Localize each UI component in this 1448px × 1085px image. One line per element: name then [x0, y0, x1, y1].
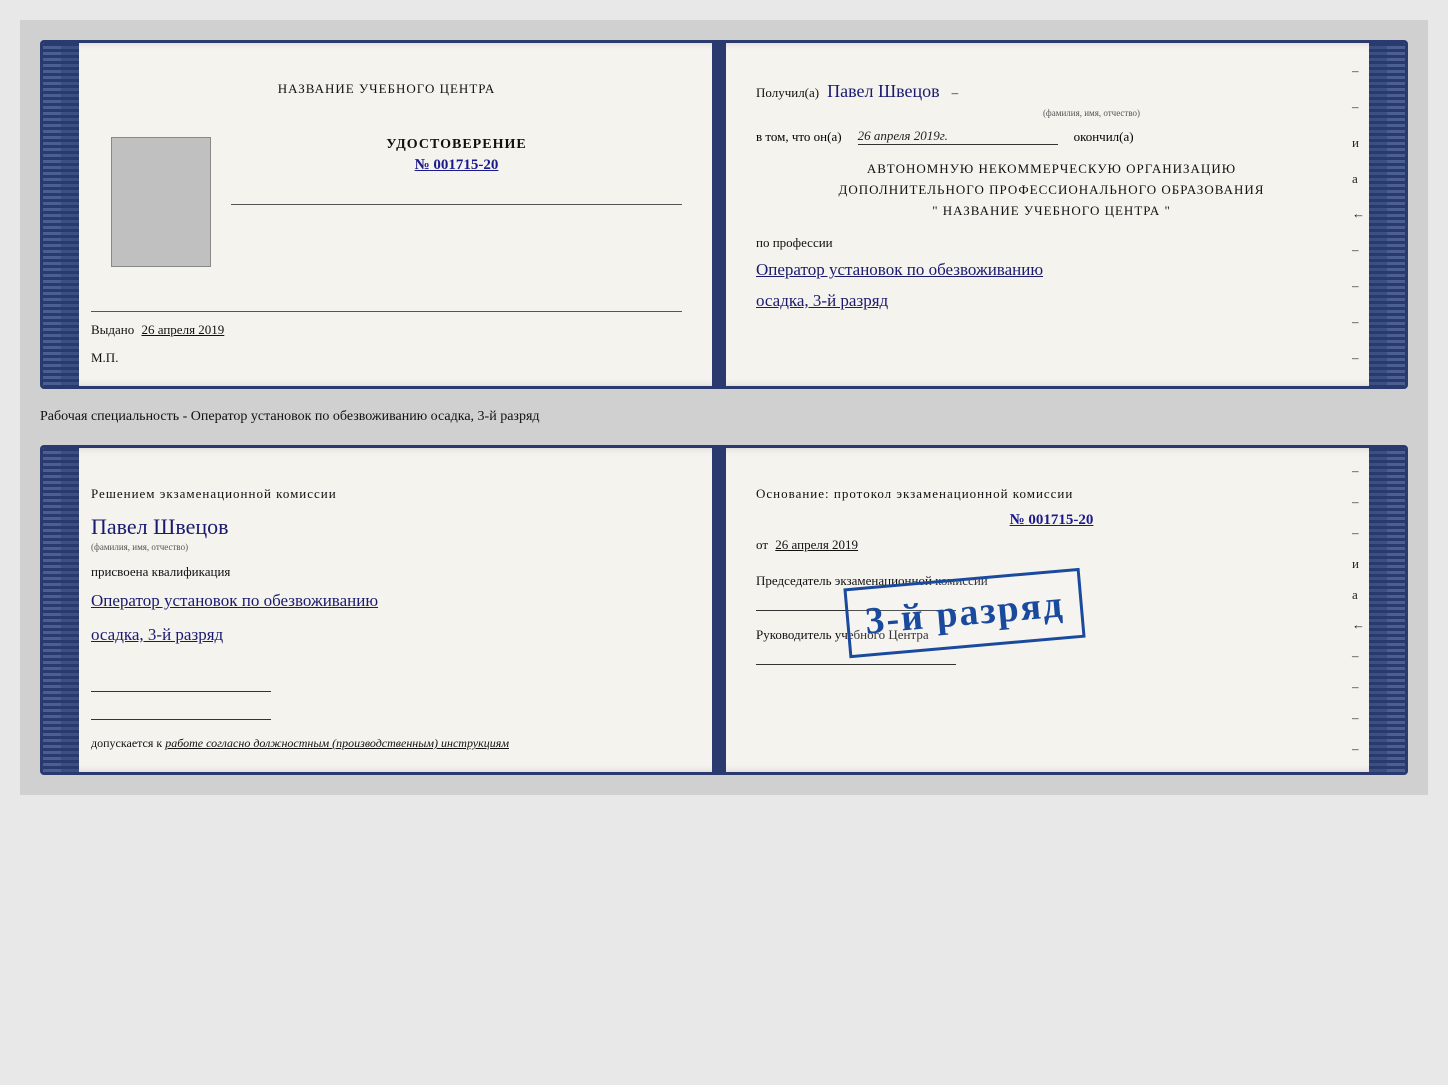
profession-line1: Оператор установок по обезвоживанию — [756, 255, 1347, 286]
spine — [714, 43, 726, 386]
org-block: АВТОНОМНУЮ НЕКОММЕРЧЕСКУЮ ОРГАНИЗАЦИЮ ДО… — [756, 159, 1347, 221]
ot-prefix: от — [756, 537, 768, 552]
signature-lines — [91, 672, 682, 720]
issued-label: Выдано — [91, 322, 134, 337]
org-line3: " НАЗВАНИЕ УЧЕБНОГО ЦЕНТРА " — [756, 201, 1347, 222]
completed-suffix: окончил(а) — [1074, 129, 1134, 145]
stamp-text: 3-й разряд — [863, 582, 1065, 643]
допуск-text: допускается к работе согласно должностны… — [91, 734, 682, 752]
in-that-prefix: в том, что он(а) — [756, 129, 842, 145]
spine-bottom — [714, 448, 726, 772]
cert-number: № 001715-20 — [231, 157, 682, 174]
received-prefix: Получил(а) — [756, 85, 819, 101]
bottom-doc-left: Решением экзаменационной комиссии Павел … — [61, 448, 714, 772]
center-title: НАЗВАНИЕ УЧЕБНОГО ЦЕНТРА — [278, 81, 495, 97]
bottom-doc-right: Основание: протокол экзаменационной коми… — [726, 448, 1387, 772]
right-margin-bottom: – – – и а ← – – – – — [1352, 448, 1365, 772]
issued-divider — [91, 311, 682, 312]
decision-text: Решением экзаменационной комиссии — [91, 486, 682, 502]
protocol-prefix: № — [1010, 512, 1025, 528]
qualification-line2: осадка, 3-й разряд — [91, 618, 682, 652]
right-stripe-bottom — [1387, 448, 1405, 772]
qualification-line1: Оператор установок по обезвоживанию — [91, 584, 682, 618]
person-name: Павел Швецов — [91, 514, 682, 540]
bottom-document: Решением экзаменационной комиссии Павел … — [40, 445, 1408, 775]
допуск-detail: работе согласно должностным (производств… — [165, 736, 509, 750]
right-margin-top: – – и а ← – – – – — [1352, 43, 1365, 386]
left-stripe — [43, 43, 61, 386]
issued-date: 26 апреля 2019 — [142, 322, 225, 337]
cert-label: УДОСТОВЕРЕНИЕ — [231, 137, 682, 153]
between-text: Рабочая специальность - Оператор установ… — [40, 407, 1408, 427]
issued-line: Выдано 26 апреля 2019 — [91, 322, 682, 338]
fio-caption-bottom: (фамилия, имя, отчество) — [91, 542, 682, 552]
ot-date: 26 апреля 2019 — [775, 537, 858, 552]
top-document: НАЗВАНИЕ УЧЕБНОГО ЦЕНТРА УДОСТОВЕРЕНИЕ №… — [40, 40, 1408, 389]
osnov-text: Основание: протокол экзаменационной коми… — [756, 486, 1347, 502]
top-doc-right: Получил(а) Павел Швецов – (фамилия, имя,… — [726, 43, 1387, 386]
protocol-number-value: 001715-20 — [1028, 512, 1093, 528]
cert-number-prefix: № — [415, 157, 430, 173]
photo-placeholder — [111, 137, 211, 267]
cert-number-value: 001715-20 — [433, 157, 498, 173]
completed-line: в том, что он(а) 26 апреля 2019г. окончи… — [756, 128, 1347, 145]
org-line1: АВТОНОМНУЮ НЕКОММЕРЧЕСКУЮ ОРГАНИЗАЦИЮ — [756, 159, 1347, 180]
sig-line-2 — [91, 700, 271, 720]
assigned-label: присвоена квалификация — [91, 564, 682, 580]
completion-date: 26 апреля 2019г. — [858, 128, 1058, 145]
допуск-prefix: допускается к — [91, 736, 162, 750]
fio-caption-top: (фамилия, имя, отчество) — [836, 108, 1347, 118]
ot-line: от 26 апреля 2019 — [756, 537, 1347, 553]
org-line2: ДОПОЛНИТЕЛЬНОГО ПРОФЕССИОНАЛЬНОГО ОБРАЗО… — [756, 180, 1347, 201]
right-stripe-top — [1387, 43, 1405, 386]
sig-line-1 — [91, 672, 271, 692]
left-stripe-bottom — [43, 448, 61, 772]
protocol-number: № 001715-20 — [756, 512, 1347, 529]
cert-divider — [231, 204, 682, 205]
received-line: Получил(а) Павел Швецов – — [756, 81, 1347, 102]
top-doc-left: НАЗВАНИЕ УЧЕБНОГО ЦЕНТРА УДОСТОВЕРЕНИЕ №… — [61, 43, 714, 386]
rukov-sig-block — [756, 647, 1347, 665]
dash1: – — [952, 85, 959, 101]
page-wrapper: НАЗВАНИЕ УЧЕБНОГО ЦЕНТРА УДОСТОВЕРЕНИЕ №… — [20, 20, 1428, 795]
recipient-name: Павел Швецов — [827, 81, 940, 102]
mp-line: М.П. — [91, 350, 118, 366]
profession-line2: осадка, 3-й разряд — [756, 286, 1347, 317]
profession-label: по профессии — [756, 235, 1347, 251]
